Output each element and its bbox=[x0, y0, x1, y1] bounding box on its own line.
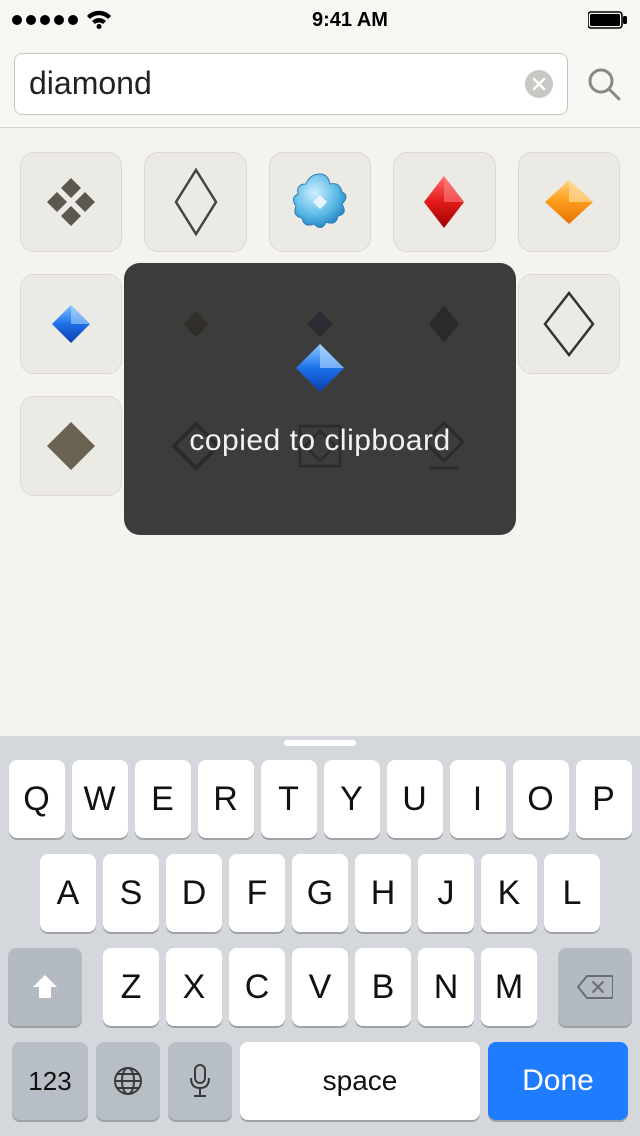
diamond-blue-small-icon bbox=[49, 302, 93, 346]
key-q[interactable]: Q bbox=[9, 760, 65, 838]
key-m[interactable]: M bbox=[481, 948, 537, 1026]
status-right bbox=[588, 11, 628, 29]
result-diamond-outline-large[interactable] bbox=[518, 274, 620, 374]
keyboard: Q W E R T Y U I O P A S D F G H J K L bbox=[0, 736, 640, 1136]
shift-icon bbox=[30, 972, 60, 1002]
status-left bbox=[12, 10, 112, 30]
diamond-outline-large-icon bbox=[541, 290, 597, 358]
key-u[interactable]: U bbox=[387, 760, 443, 838]
result-diamond-red[interactable] bbox=[393, 152, 495, 252]
key-numbers[interactable]: 123 bbox=[12, 1042, 88, 1120]
diamond-cluster-icon bbox=[41, 172, 101, 232]
key-done[interactable]: Done bbox=[488, 1042, 628, 1120]
key-t[interactable]: T bbox=[261, 760, 317, 838]
key-i[interactable]: I bbox=[450, 760, 506, 838]
key-backspace[interactable] bbox=[558, 948, 632, 1026]
key-dictation[interactable] bbox=[168, 1042, 232, 1120]
key-globe[interactable] bbox=[96, 1042, 160, 1120]
key-r[interactable]: R bbox=[198, 760, 254, 838]
key-o[interactable]: O bbox=[513, 760, 569, 838]
key-y[interactable]: Y bbox=[324, 760, 380, 838]
result-diamond-outline[interactable] bbox=[144, 152, 246, 252]
key-p[interactable]: P bbox=[576, 760, 632, 838]
key-z[interactable]: Z bbox=[103, 948, 159, 1026]
key-shift[interactable] bbox=[8, 948, 82, 1026]
result-diamond-solid-darktan[interactable] bbox=[20, 396, 122, 496]
signal-strength-icon bbox=[12, 15, 78, 25]
microphone-icon bbox=[189, 1064, 211, 1098]
results-area: copied to clipboard bbox=[0, 128, 640, 520]
key-l[interactable]: L bbox=[544, 854, 600, 932]
search-bar bbox=[0, 40, 640, 128]
key-f[interactable]: F bbox=[229, 854, 285, 932]
diamond-solid-darktan-icon bbox=[43, 418, 99, 474]
key-s[interactable]: S bbox=[103, 854, 159, 932]
keyboard-row-1: Q W E R T Y U I O P bbox=[6, 760, 634, 838]
key-n[interactable]: N bbox=[418, 948, 474, 1026]
backspace-icon bbox=[577, 974, 613, 1000]
key-d[interactable]: D bbox=[166, 854, 222, 932]
result-diamond-blue-small[interactable] bbox=[20, 274, 122, 374]
clear-search-button[interactable] bbox=[525, 70, 553, 98]
key-w[interactable]: W bbox=[72, 760, 128, 838]
key-b[interactable]: B bbox=[355, 948, 411, 1026]
result-diamond-decorative-blue[interactable] bbox=[269, 152, 371, 252]
key-x[interactable]: X bbox=[166, 948, 222, 1026]
key-g[interactable]: G bbox=[292, 854, 348, 932]
keyboard-row-3: Z X C V B N M bbox=[6, 948, 634, 1026]
search-icon bbox=[585, 65, 623, 103]
result-diamond-cluster[interactable] bbox=[20, 152, 122, 252]
status-bar: 9:41 AM bbox=[0, 0, 640, 40]
result-diamond-orange[interactable] bbox=[518, 152, 620, 252]
key-k[interactable]: K bbox=[481, 854, 537, 932]
search-input[interactable] bbox=[29, 65, 515, 102]
key-a[interactable]: A bbox=[40, 854, 96, 932]
diamond-blue-icon bbox=[292, 340, 348, 396]
key-e[interactable]: E bbox=[135, 760, 191, 838]
close-icon bbox=[532, 77, 546, 91]
keyboard-row-4: 123 space Done bbox=[6, 1042, 634, 1130]
key-v[interactable]: V bbox=[292, 948, 348, 1026]
search-field[interactable] bbox=[14, 53, 568, 115]
diamond-outline-icon bbox=[166, 166, 226, 238]
battery-icon bbox=[588, 11, 628, 29]
wifi-icon bbox=[86, 10, 112, 30]
toast-copied: copied to clipboard bbox=[124, 263, 516, 535]
globe-icon bbox=[112, 1065, 144, 1097]
keyboard-handle[interactable] bbox=[0, 736, 640, 748]
status-time: 9:41 AM bbox=[312, 9, 388, 32]
diamond-red-icon bbox=[420, 172, 468, 232]
diamond-decorative-blue-icon bbox=[288, 170, 352, 234]
key-c[interactable]: C bbox=[229, 948, 285, 1026]
toast-text: copied to clipboard bbox=[189, 424, 450, 458]
key-space[interactable]: space bbox=[240, 1042, 480, 1120]
search-button[interactable] bbox=[582, 62, 626, 106]
key-j[interactable]: J bbox=[418, 854, 474, 932]
diamond-orange-icon bbox=[541, 174, 597, 230]
key-h[interactable]: H bbox=[355, 854, 411, 932]
keyboard-row-2: A S D F G H J K L bbox=[6, 854, 634, 932]
